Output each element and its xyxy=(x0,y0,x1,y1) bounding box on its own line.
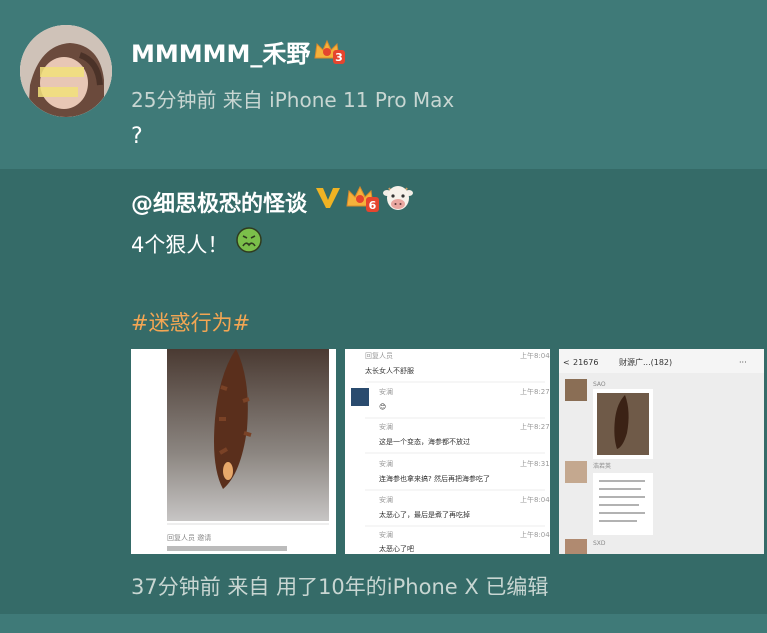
chat-time: 上午8:27 xyxy=(520,387,550,396)
verified-v-icon xyxy=(316,188,340,208)
chat-message: 太长女人不舒服 xyxy=(365,366,414,375)
image-thumbnail-1[interactable]: 回复人员 邀请 xyxy=(131,349,336,554)
chat-user: 安澜 xyxy=(379,530,393,539)
chat-message: 😊 xyxy=(379,403,386,411)
repost-text: 4个狠人！ xyxy=(131,233,229,257)
svg-text:<: < xyxy=(563,358,570,367)
image-thumbnail-2[interactable]: 回复人员 上午8:04 太长女人不舒服 安澜 上午8:27 😊 安澜 上午8:2… xyxy=(345,349,550,554)
comment-time-source: 25分钟前 来自 iPhone 11 Pro Max xyxy=(131,88,455,112)
chat-user: 安澜 xyxy=(379,459,393,468)
chat-time: 上午8:04 xyxy=(520,351,550,360)
sick-face-emoji-icon xyxy=(236,227,262,253)
bottom-strip xyxy=(0,614,767,633)
avatar-image xyxy=(20,25,112,117)
badge-level: 6 xyxy=(369,199,377,212)
comment-username[interactable]: MMMMM_禾野 xyxy=(131,34,310,69)
chat-time: 上午8:27 xyxy=(520,422,550,431)
repost-author[interactable]: @细思极恐的怪谈 xyxy=(131,186,307,218)
chat-time: 上午8:04 xyxy=(520,495,550,504)
chat-message: 太恶心了吧 xyxy=(379,544,414,553)
thumbnail-caption: 回复人员 邀请 xyxy=(167,533,211,542)
sea-cucumber-photo: 回复人员 邀请 xyxy=(131,349,336,554)
cow-face-icon xyxy=(383,186,413,210)
comment-text: ? xyxy=(131,124,143,149)
chat-user: 安澜 xyxy=(379,422,393,431)
chat-screenshot: 回复人员 上午8:04 太长女人不舒服 安澜 上午8:27 😊 安澜 上午8:2… xyxy=(345,349,550,554)
chat-time: 上午8:04 xyxy=(520,530,550,539)
svg-text:···: ··· xyxy=(739,358,747,367)
chat-name: SXD xyxy=(593,540,606,547)
back-count: 21676 xyxy=(573,358,598,367)
badge-level: 3 xyxy=(335,51,343,64)
repost-footer: 37分钟前 来自 用了10年的iPhone X 已编辑 xyxy=(131,575,549,599)
group-chat-screenshot: < 21676 财源广...(182) ··· SAO 浩若英 SXD xyxy=(559,349,764,554)
chat-user: 安澜 xyxy=(379,495,393,504)
crown-badge-icon: 6 xyxy=(346,185,379,212)
chat-name: SAO xyxy=(593,381,606,388)
chat-user: 回复人员 xyxy=(365,351,393,360)
chat-name: 浩若英 xyxy=(593,462,611,470)
hashtag-link[interactable]: #迷惑行为# xyxy=(131,307,250,337)
chat-user: 安澜 xyxy=(379,387,393,396)
chat-time: 上午8:31 xyxy=(520,459,550,468)
chat-message: 太恶心了，最后是煮了再吃掉 xyxy=(379,510,470,519)
crown-badge-icon: 3 xyxy=(314,39,345,64)
group-title: 财源广...(182) xyxy=(619,357,672,367)
avatar[interactable] xyxy=(20,25,112,117)
chat-message: 这是一个变态，海参都不放过 xyxy=(379,437,470,446)
image-thumbnail-3[interactable]: < 21676 财源广...(182) ··· SAO 浩若英 SXD xyxy=(559,349,764,554)
chat-message: 连海参也拿来搞? 然后再把海参吃了 xyxy=(379,474,490,483)
